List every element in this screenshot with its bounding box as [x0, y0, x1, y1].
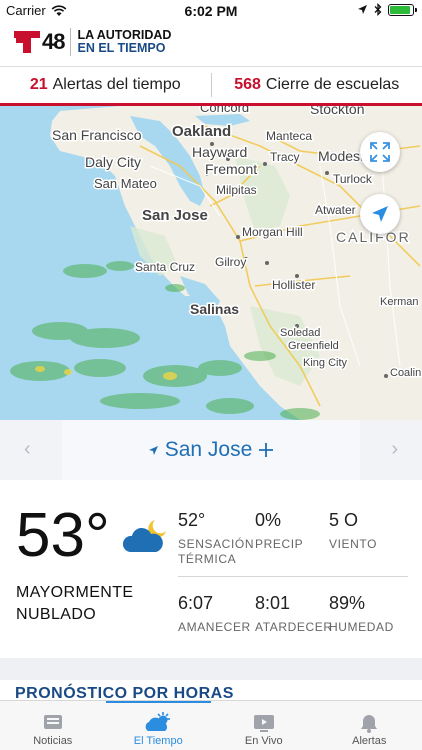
map-label-tracy: Tracy: [270, 150, 300, 164]
map-label-manteca: Manteca: [266, 129, 312, 143]
location-arrow-icon: [148, 445, 158, 455]
feels-like-label-line1: SENSACIÓN: [178, 537, 255, 551]
app-header: 48 LA AUTORIDAD EN EL TIEMPO: [0, 22, 422, 62]
tab-en-vivo-label: En Vivo: [244, 735, 283, 747]
map-label-fremont: Fremont: [205, 161, 257, 177]
sunrise-value: 6:07: [178, 593, 214, 613]
location-selector: ‹ San Jose ›: [0, 420, 422, 480]
location-services-icon: [358, 5, 367, 14]
section-separator: [0, 658, 422, 680]
logo-separator: [70, 28, 72, 56]
precip-label: PRECIP: [255, 537, 304, 551]
tab-el-tiempo-label: El Tiempo: [133, 735, 183, 747]
tab-alertas-label: Alertas: [352, 735, 387, 747]
tab-noticias[interactable]: Noticias: [0, 701, 106, 750]
stat-humidity: 89% HUMEDAD: [329, 593, 394, 635]
condition-line1: MAYORMENTE: [16, 584, 134, 601]
map-label-san-francisco: San Francisco: [52, 127, 142, 143]
map-label-san-mateo: San Mateo: [94, 176, 157, 191]
feels-like-value: 52°: [178, 510, 206, 530]
fullscreen-button[interactable]: [360, 132, 400, 172]
map-label-concord: Concord: [200, 106, 249, 115]
status-bar: Carrier 6:02 PM: [0, 0, 422, 22]
stat-wind: 5 O VIENTO: [329, 510, 377, 552]
map-label-atwater: Atwater: [315, 203, 356, 217]
tab-alertas[interactable]: Alertas: [317, 701, 422, 750]
school-closings-button[interactable]: 568 Cierre de escuelas: [212, 67, 422, 103]
school-closings-label: Cierre de escuelas: [265, 76, 400, 93]
tab-en-vivo[interactable]: En Vivo: [211, 701, 317, 750]
stat-precip: 0% PRECIP: [255, 510, 303, 552]
feels-like-label: SENSACIÓN TÉRMICA: [178, 537, 254, 567]
hourly-forecast-header: PRONÓSTICO POR HORAS: [0, 680, 422, 702]
expand-icon: [370, 142, 390, 162]
humidity-label: HUMEDAD: [329, 620, 394, 634]
map-label-salinas: Salinas: [190, 301, 239, 317]
bluetooth-icon: [374, 3, 382, 16]
stat-feels-like: 52° SENSACIÓN TÉRMICA: [178, 510, 254, 567]
weather-alerts-label: Alertas del tiempo: [52, 76, 181, 93]
tab-el-tiempo[interactable]: El Tiempo: [105, 701, 212, 750]
battery-level: [390, 5, 410, 14]
map-label-gilroy: Gilroy: [215, 255, 246, 269]
stat-sunrise: 6:07 AMANECER: [178, 593, 251, 635]
tagline-line2: EN EL TIEMPO: [77, 41, 166, 55]
navigation-arrow-icon: [372, 206, 388, 222]
brand-number: 48: [42, 29, 66, 54]
humidity-value: 89%: [329, 593, 366, 613]
news-icon: [43, 715, 62, 729]
map-label-modesto: Modest: [318, 148, 364, 164]
current-conditions: 53° MAYORMENTE NUBLADO 52° SENSACIÓN TÉR…: [0, 480, 422, 658]
condition-description: MAYORMENTE NUBLADO: [16, 582, 133, 626]
partly-cloudy-night-icon: [122, 520, 166, 552]
add-location-icon[interactable]: [258, 442, 274, 458]
map-label-hollister: Hollister: [272, 278, 315, 292]
map-label-kerman: Kerman: [380, 296, 419, 308]
school-closings-count: 568: [234, 76, 261, 93]
map-label-santa-cruz: Santa Cruz: [135, 260, 195, 274]
tab-noticias-label: Noticias: [33, 735, 73, 747]
battery-icon: [388, 3, 417, 16]
my-location-button[interactable]: [360, 194, 400, 234]
map-label-hayward: Hayward: [192, 144, 247, 160]
wind-value: 5 O: [329, 510, 359, 530]
map-label-coalinga: Coalin: [390, 367, 421, 379]
tab-bar: Noticias El Tiempo En Vivo Alertas: [0, 700, 422, 750]
map-label-king-city: King City: [303, 357, 348, 369]
precip-value: 0%: [255, 510, 282, 530]
wind-label: VIENTO: [329, 537, 378, 551]
condition-line2: NUBLADO: [16, 606, 97, 623]
map-label-oakland: Oakland: [172, 123, 231, 140]
alerts-bar: 21 Alertas del tiempo 568 Cierre de escu…: [0, 66, 422, 106]
feels-like-label-line2: TÉRMICA: [178, 552, 237, 566]
next-location-button[interactable]: ›: [391, 438, 398, 461]
weather-alerts-count: 21: [29, 76, 48, 93]
map-label-soledad: Soledad: [280, 327, 320, 339]
weather-alerts-button[interactable]: 21 Alertas del tiempo: [0, 67, 211, 103]
live-tv-icon: [253, 715, 274, 732]
sunset-value: 8:01: [255, 593, 291, 613]
map-label-turlock: Turlock: [333, 172, 373, 186]
map-label-milpitas: Milpitas: [216, 183, 257, 197]
map-label-stockton: Stockton: [310, 106, 364, 117]
map-label-daly-city: Daly City: [85, 154, 141, 170]
current-temperature: 53°: [16, 501, 110, 570]
bell-icon: [361, 715, 378, 733]
sunrise-label: AMANECER: [178, 620, 251, 634]
radar-map[interactable]: Concord Stockton San Francisco Oakland M…: [0, 106, 422, 420]
current-location[interactable]: San Jose: [148, 438, 275, 462]
weather-icon: [145, 712, 171, 731]
stat-sunset: 8:01 ATARDECER: [255, 593, 333, 635]
map-label-morgan-hill: Morgan Hill: [242, 225, 303, 239]
telemundo-logo-icon: [14, 29, 40, 55]
sunset-label: ATARDECER: [255, 620, 333, 634]
map-label-san-jose: San Jose: [142, 207, 208, 224]
location-name: San Jose: [164, 438, 253, 461]
map-label-greenfield: Greenfield: [288, 340, 339, 352]
stats-divider: [178, 576, 408, 577]
brand-tagline: LA AUTORIDAD EN EL TIEMPO: [77, 29, 171, 55]
previous-location-button[interactable]: ‹: [24, 438, 31, 461]
